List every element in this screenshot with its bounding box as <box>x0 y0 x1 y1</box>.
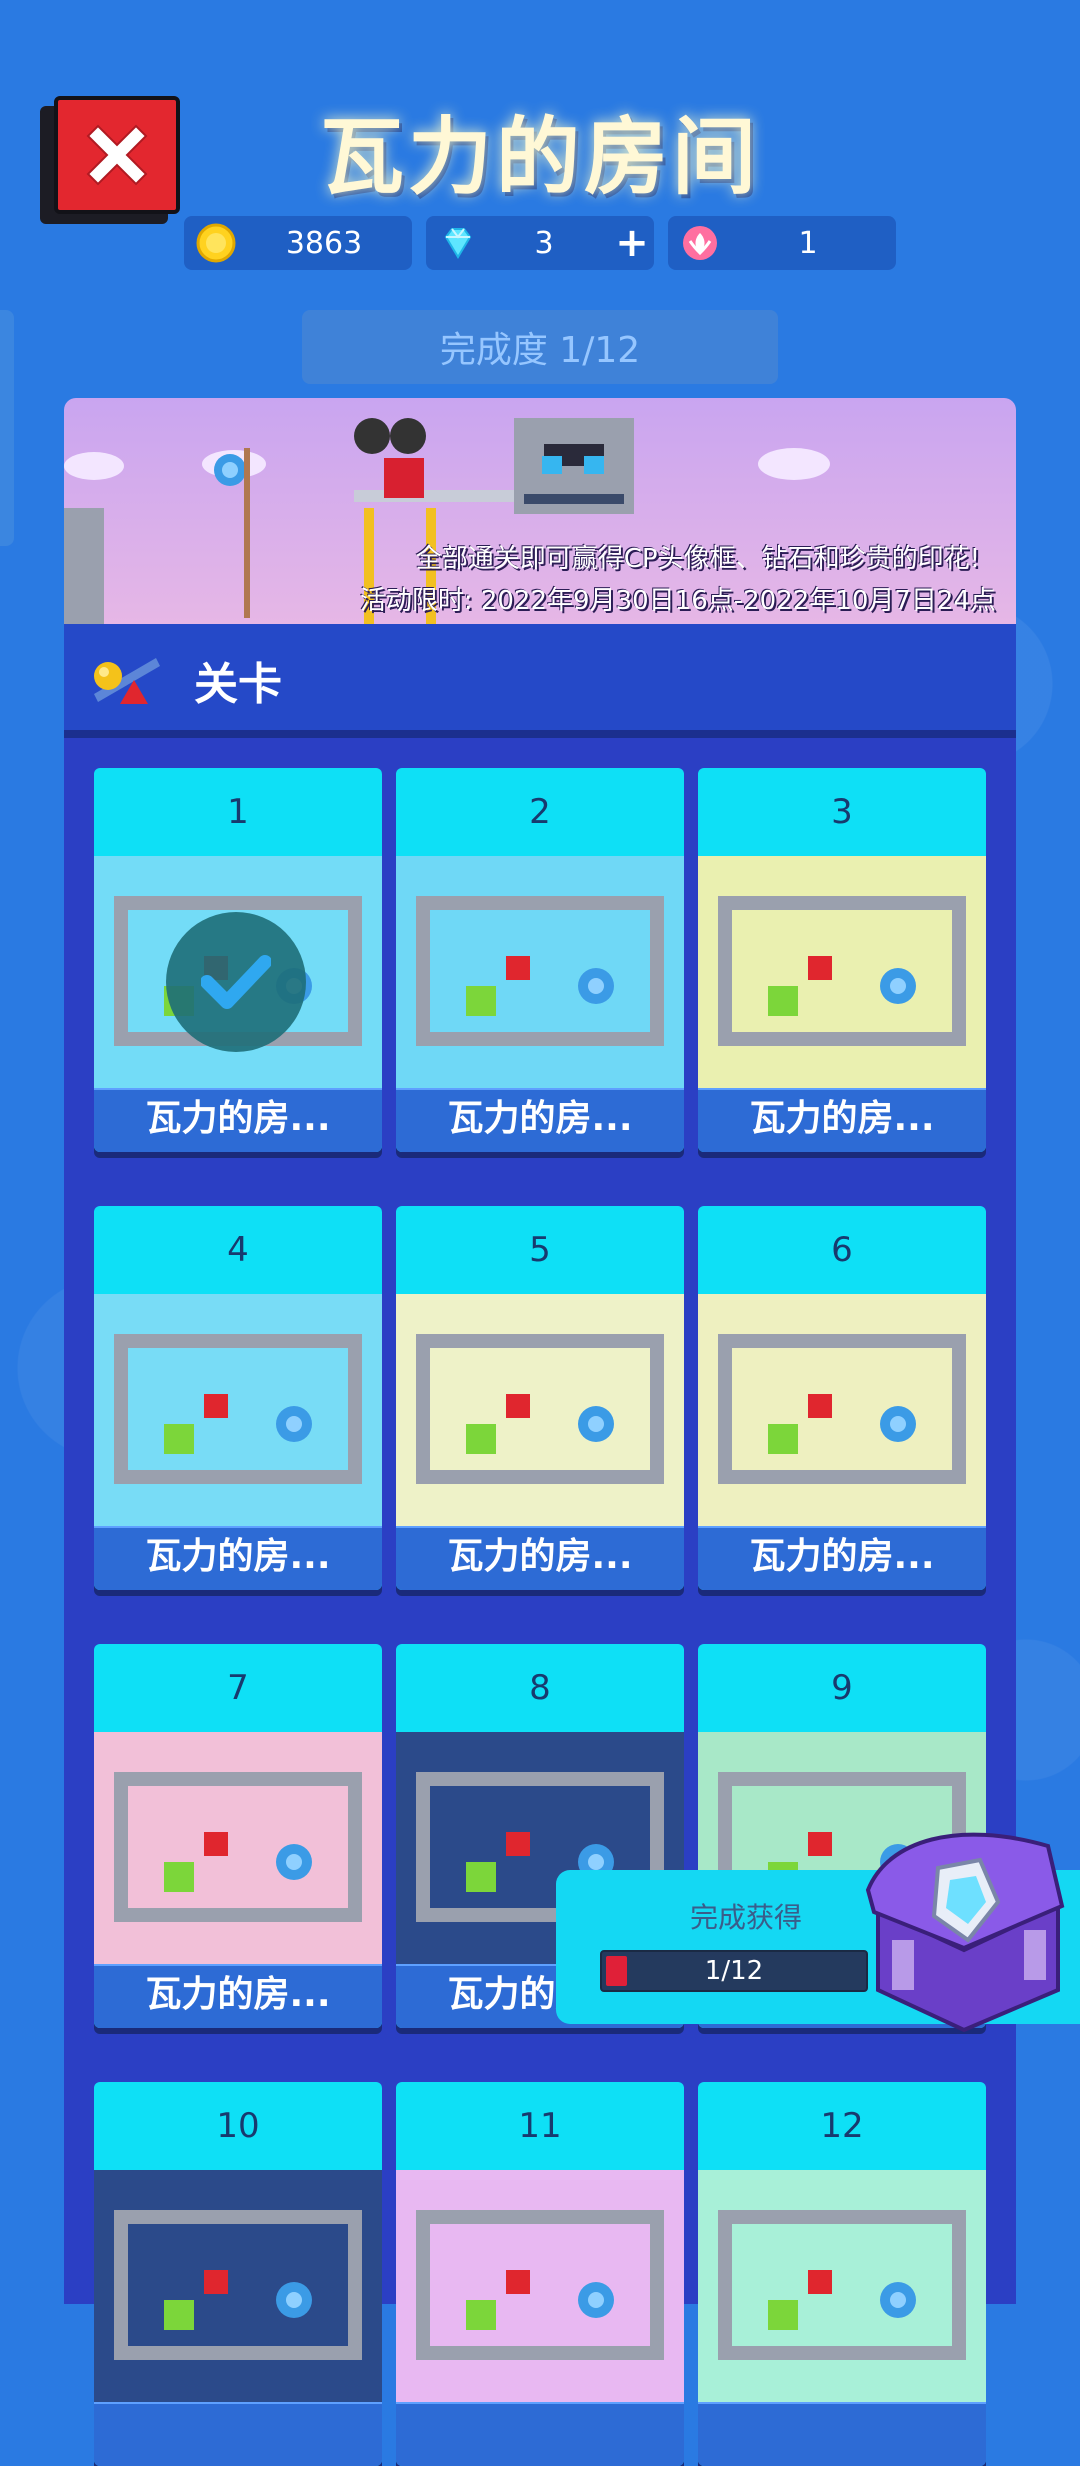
close-button[interactable] <box>40 96 180 224</box>
level-number: 5 <box>529 1230 551 1270</box>
level-name <box>698 2402 986 2466</box>
banner-event-time: 活动限时: 2022年9月30日16点-2022年10月7日24点 <box>359 586 996 616</box>
level-number: 11 <box>518 2106 562 2146</box>
coin-icon <box>196 223 236 263</box>
level-number: 8 <box>529 1668 551 1708</box>
level-card[interactable]: 11 <box>396 2082 684 2466</box>
level-card[interactable]: 7 瓦力的房... <box>94 1644 382 2028</box>
level-number: 7 <box>227 1668 249 1708</box>
coin-count: 3863 <box>285 225 363 261</box>
level-number: 10 <box>216 2106 260 2146</box>
level-thumbnail <box>396 1294 684 1526</box>
level-preview-art <box>718 1334 966 1484</box>
level-name: 瓦力的房... <box>698 1088 986 1152</box>
level-name <box>396 2402 684 2466</box>
level-card[interactable]: 10 <box>94 2082 382 2466</box>
completed-check-icon <box>166 912 306 1052</box>
close-icon <box>86 124 148 186</box>
level-number: 12 <box>820 2106 864 2146</box>
level-number: 4 <box>227 1230 249 1270</box>
completion-indicator: 完成度 1/12 <box>302 310 778 384</box>
level-preview-art <box>114 1772 362 1922</box>
level-thumbnail <box>396 856 684 1088</box>
level-preview-art <box>416 896 664 1046</box>
close-button-face[interactable] <box>54 96 180 214</box>
level-name: 瓦力的房... <box>698 1526 986 1590</box>
level-card[interactable]: 2 瓦力的房... <box>396 768 684 1152</box>
flower-count: 1 <box>798 225 818 261</box>
level-thumbnail <box>396 2170 684 2402</box>
add-diamonds-button[interactable]: + <box>610 220 654 266</box>
page-title: 瓦力的房间 <box>319 108 760 206</box>
level-number: 6 <box>831 1230 853 1270</box>
level-preview-art <box>718 896 966 1046</box>
level-number: 2 <box>529 792 551 832</box>
level-name: 瓦力的房... <box>396 1088 684 1152</box>
level-thumbnail <box>94 1294 382 1526</box>
level-thumbnail <box>94 2170 382 2402</box>
banner-reward-text: 全部通关即可赢得CP头像框、钻石和珍贵的印花! <box>415 544 980 574</box>
reward-progress-text: 1/12 <box>704 1956 764 1986</box>
level-number: 9 <box>831 1668 853 1708</box>
level-name <box>94 2402 382 2466</box>
flower-icon <box>683 226 717 260</box>
flower-counter: 1 <box>668 216 896 270</box>
level-preview-art <box>718 2210 966 2360</box>
coin-counter: 3863 <box>184 216 412 270</box>
level-preview-art <box>416 2210 664 2360</box>
level-name: 瓦力的房... <box>94 1964 382 2028</box>
treasure-chest-icon[interactable] <box>848 1820 1080 2032</box>
level-number: 3 <box>831 792 853 832</box>
level-thumbnail <box>698 856 986 1088</box>
level-preview-art <box>114 2210 362 2360</box>
level-thumbnail <box>698 1294 986 1526</box>
reward-progress-bar: 1/12 <box>600 1950 868 1992</box>
level-preview-art <box>416 1334 664 1484</box>
level-preview-art <box>114 1334 362 1484</box>
diamond-counter: 3 + <box>426 216 654 270</box>
level-card[interactable]: 12 <box>698 2082 986 2466</box>
level-card[interactable]: 3 瓦力的房... <box>698 768 986 1152</box>
level-name: 瓦力的房... <box>396 1526 684 1590</box>
levels-title: 关卡 <box>194 659 282 710</box>
diamond-count: 3 <box>534 225 554 261</box>
diamond-icon <box>444 228 472 259</box>
level-thumbnail <box>94 1732 382 1964</box>
levels-panel-header: 关卡 <box>64 624 1016 738</box>
level-card[interactable]: 6 瓦力的房... <box>698 1206 986 1590</box>
level-thumbnail <box>698 2170 986 2402</box>
side-drawer-tab[interactable] <box>0 310 14 546</box>
level-number: 1 <box>227 792 249 832</box>
level-card[interactable]: 5 瓦力的房... <box>396 1206 684 1590</box>
level-name: 瓦力的房... <box>94 1088 382 1152</box>
level-card[interactable]: 4 瓦力的房... <box>94 1206 382 1590</box>
levels-icon <box>94 658 160 704</box>
event-banner: 全部通关即可赢得CP头像框、钻石和珍贵的印花! 活动限时: 2022年9月30日… <box>64 398 1016 624</box>
level-name: 瓦力的房... <box>94 1526 382 1590</box>
level-card[interactable]: 1 瓦力的房... <box>94 768 382 1152</box>
